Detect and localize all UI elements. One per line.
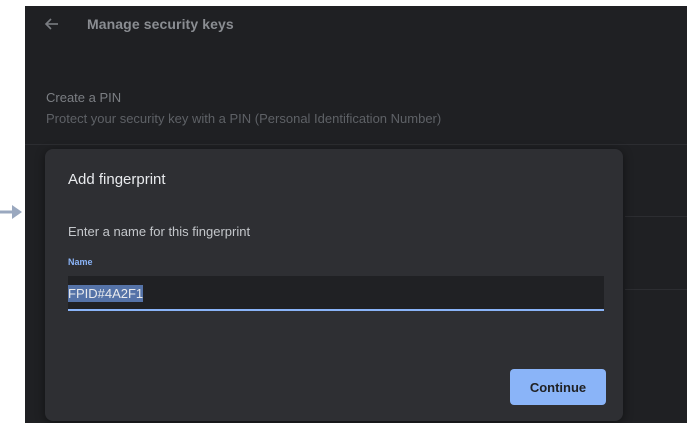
manage-security-keys-window: Manage security keys Create a PIN Protec…: [25, 6, 687, 423]
create-pin-description: Protect your security key with a PIN (Pe…: [46, 111, 442, 126]
add-fingerprint-dialog: Add fingerprint Enter a name for this fi…: [45, 149, 623, 421]
fingerprint-name-input[interactable]: FPID#4A2F1: [68, 276, 604, 311]
create-pin-title: Create a PIN: [46, 90, 122, 105]
continue-button[interactable]: Continue: [510, 369, 606, 405]
dialog-title: Add fingerprint: [68, 171, 166, 188]
page-header: Manage security keys: [25, 6, 687, 46]
back-arrow-icon[interactable]: [43, 15, 61, 33]
row-divider: [625, 289, 687, 290]
page-title: Manage security keys: [87, 16, 234, 32]
pointer-arrow-icon: [0, 205, 22, 219]
dialog-prompt: Enter a name for this fingerprint: [68, 224, 251, 239]
fingerprint-name-value: FPID#4A2F1: [68, 285, 144, 302]
create-pin-row[interactable]: Create a PIN Protect your security key w…: [25, 82, 687, 145]
name-field-label: Name: [68, 257, 93, 267]
row-divider: [625, 216, 687, 217]
